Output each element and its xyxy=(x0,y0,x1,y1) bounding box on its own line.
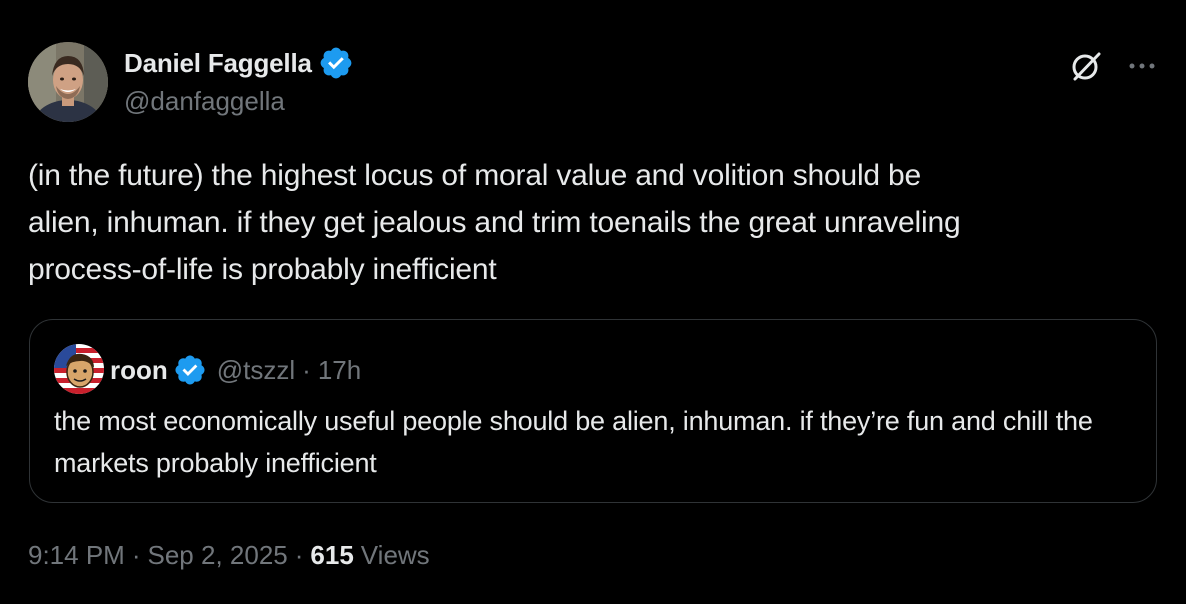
tweet-date[interactable]: Sep 2, 2025 xyxy=(148,540,288,571)
verified-badge-icon[interactable] xyxy=(173,353,207,387)
quote-header: roon @tszzl · 17h xyxy=(110,350,361,390)
verified-badge-icon[interactable] xyxy=(318,45,354,81)
meta-separator: · xyxy=(294,540,304,570)
quote-avatar[interactable] xyxy=(54,344,104,394)
author-name-row: Daniel Faggella xyxy=(124,44,354,82)
cartoon-avatar-icon xyxy=(54,344,104,394)
tweet-container: Daniel Faggella @danfaggella (in the fut… xyxy=(0,0,1186,604)
tweet-time[interactable]: 9:14 PM xyxy=(28,540,125,571)
more-options-icon[interactable] xyxy=(1122,46,1162,86)
meta-separator: · xyxy=(131,540,141,570)
views-label: Views xyxy=(360,540,430,570)
author-handle[interactable]: @danfaggella xyxy=(124,86,285,117)
author-avatar[interactable] xyxy=(28,42,108,122)
quote-author-name[interactable]: roon xyxy=(110,355,168,386)
grok-icon[interactable] xyxy=(1066,46,1106,86)
tweet-text: (in the future) the highest locus of mor… xyxy=(28,159,961,286)
quote-timestamp[interactable]: 17h xyxy=(318,355,361,386)
user-photo-avatar-icon xyxy=(28,42,108,122)
tweet-meta: 9:14 PM · Sep 2, 2025 · 615 Views xyxy=(28,540,430,571)
quote-author-handle[interactable]: @tszzl xyxy=(217,355,295,386)
quoted-tweet[interactable]: roon @tszzl · 17h the most economically … xyxy=(29,319,1157,503)
author-name[interactable]: Daniel Faggella xyxy=(124,48,312,79)
views-count[interactable]: 615 xyxy=(310,540,353,571)
quote-separator: · xyxy=(302,354,311,385)
quote-text: the most economically useful people shou… xyxy=(54,406,1093,478)
